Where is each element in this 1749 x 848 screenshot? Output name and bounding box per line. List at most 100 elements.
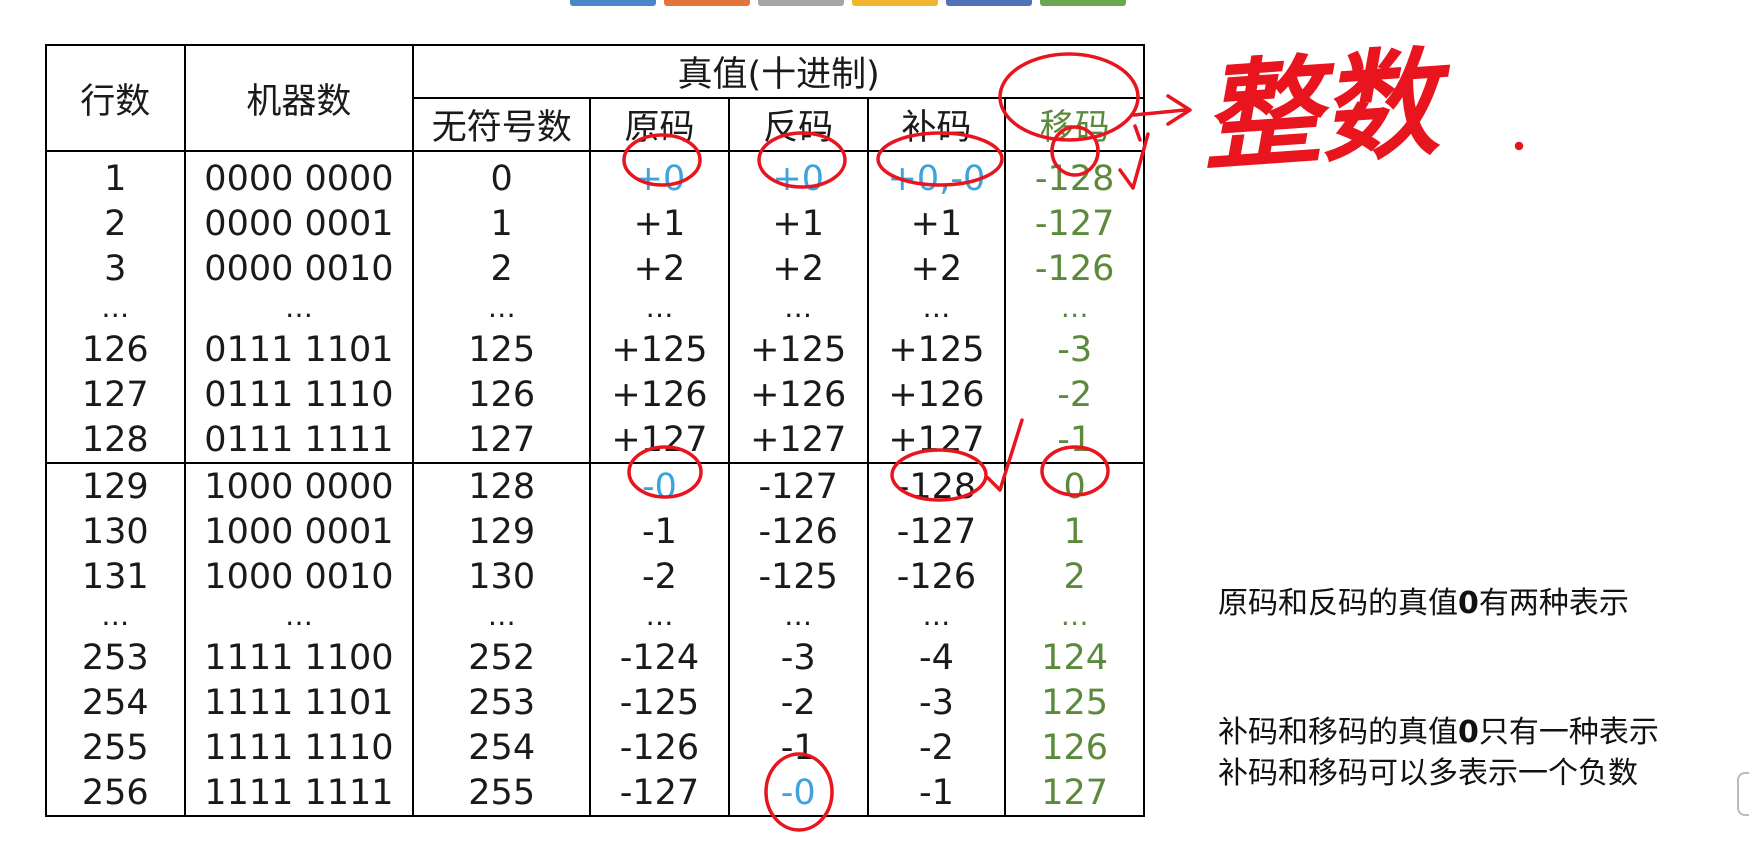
table-row: 126 0111 1101 125 +125 +125 +125 -3 [45, 327, 1145, 372]
cell-machine-number: 0000 0000 [183, 151, 415, 201]
cell-twos-complement: -1 [866, 770, 1007, 816]
cell-unsigned: 255 [412, 770, 592, 816]
table-row: 3 0000 0010 2 +2 +2 +2 -126 [45, 246, 1145, 291]
note-two-zero-representations: 原码和反码的真值0有两种表示 [1218, 578, 1629, 622]
cell-unsigned: 125 [412, 327, 592, 372]
table-row: 2 0000 0001 1 +1 +1 +1 -127 [45, 201, 1145, 246]
cell-sign-magnitude: -124 [589, 635, 730, 680]
cell-machine-number: 0000 0001 [183, 201, 415, 246]
cell-ones-complement: +1 [727, 201, 869, 246]
cell-machine-number: 1111 1110 [183, 725, 415, 770]
cell-unsigned: … [412, 599, 592, 635]
header-ones-complement: 反码 [727, 98, 869, 152]
top-tab-yellow[interactable] [852, 0, 938, 6]
cell-sign-magnitude: +126 [589, 372, 730, 417]
cell-sign-magnitude: +127 [589, 417, 730, 464]
cell-twos-complement: +127 [866, 417, 1007, 464]
cell-excess-code: 0 [1004, 463, 1145, 509]
side-panel-handle[interactable] [1737, 772, 1749, 816]
header-unsigned: 无符号数 [412, 98, 592, 152]
cell-machine-number: 1111 1100 [183, 635, 415, 680]
cell-unsigned: 127 [412, 417, 592, 464]
cell-excess-code: 1 [1004, 509, 1145, 554]
cell-ones-complement: -3 [727, 635, 869, 680]
cell-row-number: 128 [45, 417, 186, 464]
cell-excess-code: -3 [1004, 327, 1145, 372]
cell-twos-complement: -4 [866, 635, 1007, 680]
cell-row-number: 129 [45, 463, 186, 509]
table-row: 130 1000 0001 129 -1 -126 -127 1 [45, 509, 1145, 554]
table-row: 129 1000 0000 128 -0 -127 -128 0 [45, 463, 1145, 509]
cell-excess-code: 2 [1004, 554, 1145, 599]
table-row-ellipsis: … … … … … … … [45, 291, 1145, 327]
cell-row-number: 253 [45, 635, 186, 680]
cell-excess-code: … [1004, 599, 1145, 635]
handwritten-integer-label: 整数 [1197, 32, 1458, 188]
cell-excess-code: -1 [1004, 417, 1145, 464]
cell-sign-magnitude: -126 [589, 725, 730, 770]
cell-row-number: 1 [45, 151, 186, 201]
cell-machine-number: 1111 1101 [183, 680, 415, 725]
cell-machine-number: 0111 1110 [183, 372, 415, 417]
cell-ones-complement: +2 [727, 246, 869, 291]
cell-machine-number: 0111 1111 [183, 417, 415, 464]
cell-sign-magnitude: +125 [589, 327, 730, 372]
cell-sign-magnitude: -1 [589, 509, 730, 554]
top-tab-gray[interactable] [758, 0, 844, 6]
table-row: 127 0111 1110 126 +126 +126 +126 -2 [45, 372, 1145, 417]
cell-machine-number: 1111 1111 [183, 770, 415, 816]
header-sign-magnitude: 原码 [589, 98, 730, 152]
note-single-zero-representation: 补码和移码的真值0只有一种表示 [1218, 707, 1659, 751]
header-excess-code: 移码 [1004, 98, 1145, 152]
cell-sign-magnitude: … [589, 291, 730, 327]
cell-twos-complement: -126 [866, 554, 1007, 599]
cell-row-number: 127 [45, 372, 186, 417]
cell-unsigned: 1 [412, 201, 592, 246]
cell-row-number: 131 [45, 554, 186, 599]
cell-machine-number: 0111 1101 [183, 327, 415, 372]
cell-row-number: 126 [45, 327, 186, 372]
cell-unsigned: 254 [412, 725, 592, 770]
cell-unsigned: 252 [412, 635, 592, 680]
cell-row-number: 2 [45, 201, 186, 246]
cell-row-number: 3 [45, 246, 186, 291]
header-true-value: 真值(十进制) [412, 45, 1145, 99]
cell-ones-complement: +127 [727, 417, 869, 464]
cell-row-number: 255 [45, 725, 186, 770]
cell-twos-complement: +1 [866, 201, 1007, 246]
cell-excess-code: 127 [1004, 770, 1145, 816]
cell-sign-magnitude: -2 [589, 554, 730, 599]
note-text: 补码和移码的真值 [1218, 715, 1458, 750]
cell-unsigned: 130 [412, 554, 592, 599]
cell-twos-complement: … [866, 599, 1007, 635]
top-tab-orange[interactable] [664, 0, 750, 6]
cell-ones-complement: +126 [727, 372, 869, 417]
cell-sign-magnitude: -127 [589, 770, 730, 816]
top-tab-green[interactable] [1040, 0, 1126, 6]
cell-row-number: … [45, 291, 186, 327]
cell-row-number: 130 [45, 509, 186, 554]
cell-row-number: 256 [45, 770, 186, 816]
header-row-number: 行数 [45, 45, 186, 152]
cell-ones-complement: … [727, 599, 869, 635]
top-tab-blue[interactable] [570, 0, 656, 6]
cell-ones-complement: -126 [727, 509, 869, 554]
cell-ones-complement: -0 [727, 770, 869, 816]
cell-twos-complement: +0,-0 [866, 151, 1007, 201]
cell-excess-code: -2 [1004, 372, 1145, 417]
cell-sign-magnitude: +1 [589, 201, 730, 246]
cell-sign-magnitude: +2 [589, 246, 730, 291]
top-tab-navy[interactable] [946, 0, 1032, 6]
header-twos-complement: 补码 [866, 98, 1007, 152]
cell-excess-code: -126 [1004, 246, 1145, 291]
cell-excess-code: -127 [1004, 201, 1145, 246]
cell-unsigned: 128 [412, 463, 592, 509]
cell-twos-complement: -3 [866, 680, 1007, 725]
cell-excess-code: 124 [1004, 635, 1145, 680]
table-row: 255 1111 1110 254 -126 -1 -2 126 [45, 725, 1145, 770]
cell-sign-magnitude: -125 [589, 680, 730, 725]
cell-twos-complement: +126 [866, 372, 1007, 417]
machine-number-table: 行数 机器数 真值(十进制) 无符号数 原码 反码 补码 移码 1 0000 0… [45, 44, 1145, 817]
note-text: 只有一种表示 [1478, 715, 1659, 750]
cell-ones-complement: -1 [727, 725, 869, 770]
